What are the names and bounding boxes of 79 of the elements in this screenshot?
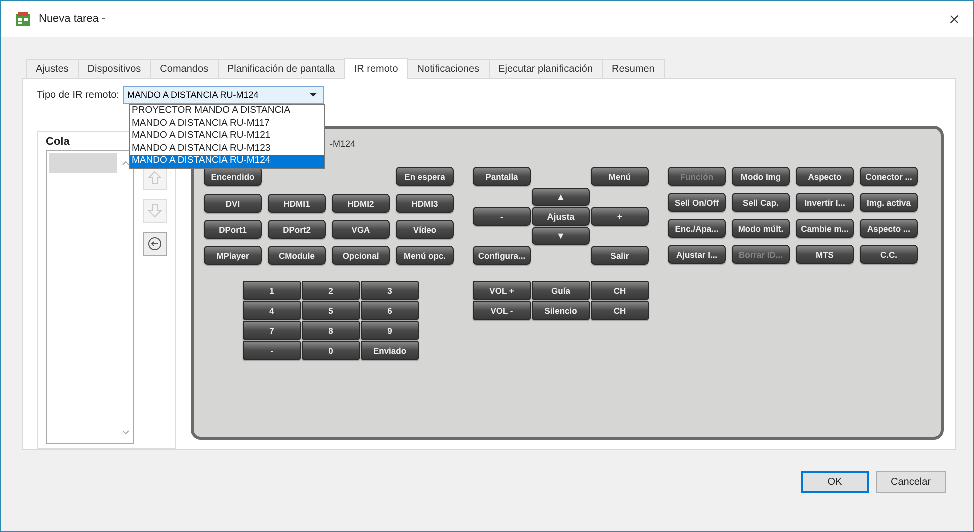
keypad-button[interactable]: 1 bbox=[243, 281, 301, 300]
keypad-button[interactable]: 8 bbox=[302, 321, 360, 340]
tab[interactable]: IR remoto bbox=[344, 58, 408, 79]
remote-button[interactable]: Modo múlt. bbox=[732, 219, 790, 238]
remove-button[interactable] bbox=[143, 232, 167, 256]
remote-button[interactable]: DPort1 bbox=[204, 220, 262, 239]
down-button[interactable]: ▼ bbox=[532, 227, 590, 245]
remote-button[interactable]: DVI bbox=[204, 194, 262, 213]
dropdown-option[interactable]: PROYECTOR MANDO A DISTANCIA bbox=[130, 105, 324, 118]
keypad-button[interactable]: 6 bbox=[361, 301, 419, 320]
remote-button[interactable]: Enc./Apa... bbox=[668, 219, 726, 238]
keypad-button[interactable]: Enviado bbox=[361, 341, 419, 360]
remote-button[interactable]: Silencio bbox=[532, 301, 590, 320]
remote-button[interactable]: Conector ... bbox=[860, 167, 918, 186]
remote-button[interactable]: Modo Img bbox=[732, 167, 790, 186]
arrow-up-icon bbox=[147, 170, 163, 186]
keypad-button[interactable]: 3 bbox=[361, 281, 419, 300]
remote-button[interactable]: En espera bbox=[396, 167, 454, 186]
remote-button[interactable]: Configura... bbox=[473, 246, 531, 265]
queue-list[interactable] bbox=[46, 150, 134, 444]
field-label: Tipo de IR remoto: bbox=[37, 90, 120, 100]
remote-button[interactable]: Aspecto ... bbox=[860, 219, 918, 238]
circle-arrow-left-icon bbox=[147, 236, 163, 252]
remote-label: -M124 bbox=[330, 139, 357, 151]
remote-button[interactable]: Sell Cap. bbox=[732, 193, 790, 212]
keypad-button[interactable]: 4 bbox=[243, 301, 301, 320]
remote-button[interactable]: Salir bbox=[591, 246, 649, 265]
remote-button[interactable]: Opcional bbox=[332, 246, 390, 265]
close-icon[interactable] bbox=[950, 14, 959, 24]
remote-button[interactable]: CH bbox=[591, 281, 649, 300]
minus-button[interactable]: - bbox=[473, 207, 531, 226]
tab[interactable]: Resumen bbox=[602, 59, 665, 78]
up-button[interactable]: ▲ bbox=[532, 188, 590, 206]
adjust-button[interactable]: Ajusta bbox=[532, 207, 590, 226]
remote-button[interactable]: Pantalla bbox=[473, 167, 531, 186]
remote-button[interactable]: HDMI1 bbox=[268, 194, 326, 213]
remote-button[interactable]: Guía bbox=[532, 281, 590, 300]
remote-button[interactable]: C.C. bbox=[860, 245, 918, 264]
keypad-button[interactable]: 0 bbox=[302, 341, 360, 360]
group-title: Cola bbox=[46, 136, 70, 150]
dropdown-option[interactable]: MANDO A DISTANCIA RU-M123 bbox=[130, 142, 324, 155]
dropdown[interactable]: MANDO A DISTANCIA RU-M124 bbox=[123, 86, 324, 104]
remote-button[interactable]: Ajustar I... bbox=[668, 245, 726, 264]
tab[interactable]: Ajustes bbox=[26, 59, 79, 78]
cancel-button[interactable]: Cancelar bbox=[876, 471, 946, 493]
plus-button[interactable]: + bbox=[591, 207, 649, 226]
remote-button[interactable]: CModule bbox=[268, 246, 326, 265]
remote-button[interactable]: HDMI3 bbox=[396, 194, 454, 213]
remote-button[interactable]: MTS bbox=[796, 245, 854, 264]
keypad-button[interactable]: - bbox=[243, 341, 301, 360]
remote-button[interactable]: CH bbox=[591, 301, 649, 320]
app-icon bbox=[15, 11, 31, 27]
remote-button[interactable]: Img. activa bbox=[860, 193, 918, 212]
arrow-down-icon bbox=[147, 203, 163, 219]
remote-button[interactable]: DPort2 bbox=[268, 220, 326, 239]
remote-button[interactable]: Menú opc. bbox=[396, 246, 454, 265]
remote-button[interactable]: MPlayer bbox=[204, 246, 262, 265]
dropdown-option[interactable]: MANDO A DISTANCIA RU-M121 bbox=[130, 130, 324, 142]
dropdown-option[interactable]: MANDO A DISTANCIA RU-M117 bbox=[130, 118, 324, 130]
remote-button[interactable]: Cambie m... bbox=[796, 219, 854, 238]
window-title: Nueva tarea - bbox=[39, 13, 107, 25]
keypad-button[interactable]: 7 bbox=[243, 321, 301, 340]
remote-button[interactable]: VOL + bbox=[473, 281, 531, 300]
keypad-button[interactable]: 2 bbox=[302, 281, 360, 300]
scroll-down-icon[interactable] bbox=[122, 430, 130, 435]
remote-button[interactable]: HDMI2 bbox=[332, 194, 390, 213]
keypad-button[interactable]: 9 bbox=[361, 321, 419, 340]
keypad-button[interactable]: 5 bbox=[302, 301, 360, 320]
remote-button[interactable]: Aspecto bbox=[796, 167, 854, 186]
remote-button[interactable]: Menú bbox=[591, 167, 649, 186]
scroll-up-icon[interactable] bbox=[122, 161, 130, 166]
remote-button[interactable]: Sell On/Off bbox=[668, 193, 726, 212]
ok-button[interactable]: OK bbox=[801, 471, 869, 493]
remote-button[interactable]: VGA bbox=[332, 220, 390, 239]
dropdown-option[interactable]: MANDO A DISTANCIA RU-M124 bbox=[130, 155, 324, 168]
remote-button[interactable]: VOL - bbox=[473, 301, 531, 320]
remote-button[interactable]: Invertir I... bbox=[796, 193, 854, 212]
remote-button[interactable]: Vídeo bbox=[396, 220, 454, 239]
caret-icon bbox=[310, 93, 318, 97]
